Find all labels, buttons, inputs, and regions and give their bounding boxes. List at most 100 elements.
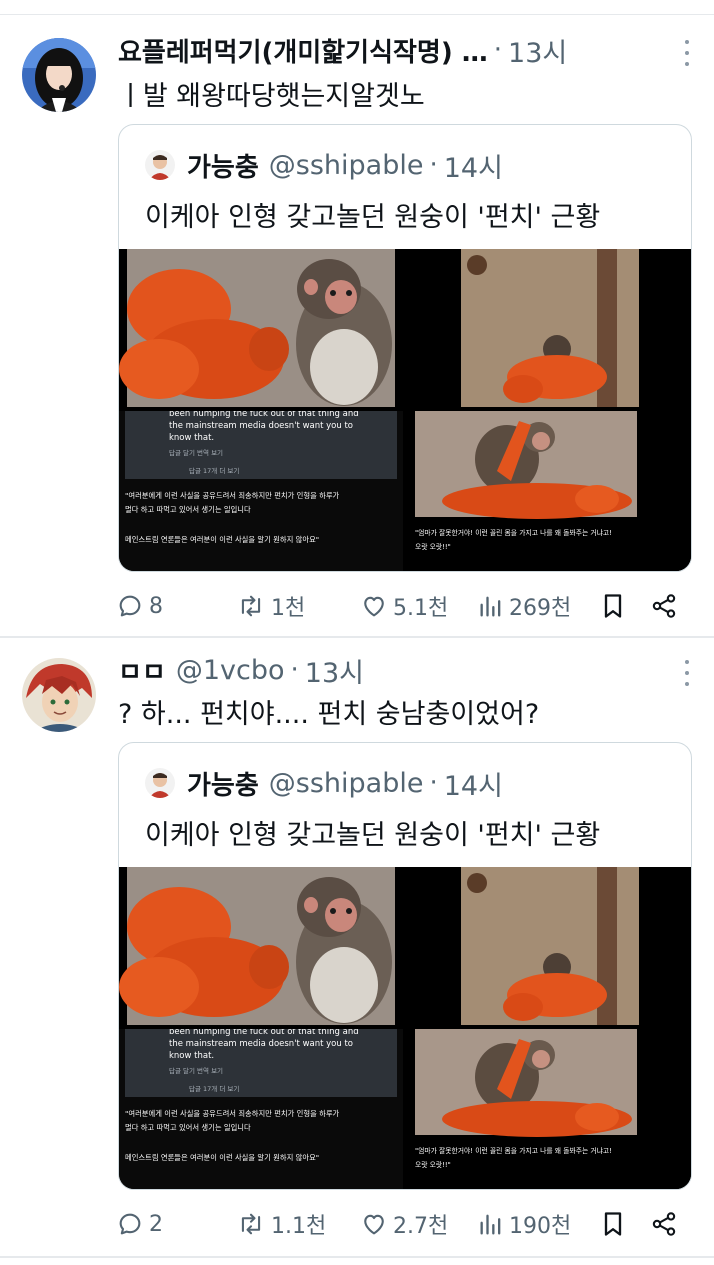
quote-author-name: 가능충 [187, 770, 259, 801]
post-1[interactable]: 요플레퍼먹기(개미핥기식작명) … · 13시 ㅣ발 왜왕따당햇는지알겟노 가능… [0, 0, 714, 636]
like-icon [364, 1214, 384, 1235]
action-bar: 2 1.1천 2.7천 190천 [116, 1206, 686, 1242]
action-bar: 8 1천 5.1천 269천 [116, 588, 686, 624]
reply-icon [119, 595, 141, 617]
like-button[interactable]: 5.1천 [360, 588, 448, 624]
caption-english-2: the mainstream media doesn't want you to [169, 1039, 354, 1049]
separator-dot: · [290, 655, 299, 685]
monkey-hug-photo[interactable]: "엄마가 잘못한거야! 이런 꼴린 몸을 가지고 나를 왜 돌봐주는 거냐고! … [407, 411, 691, 571]
separator-dot: · [493, 35, 503, 65]
caption-english-1: been humping the fuck out of that thing … [169, 411, 359, 419]
post-2[interactable]: ㅁㅁ @1vcbo · 13시 ? 하... 펀치야.... 펀치 숭남충이었어… [0, 638, 714, 1258]
more-icon[interactable] [682, 40, 692, 66]
repost-count: 1천 [271, 596, 306, 621]
caption-right-1: "엄마가 잘못한거야! 이런 꼴린 몸을 가지고 나를 왜 돌봐주는 거냐고! [415, 1147, 612, 1155]
monkey-ground-photo[interactable] [407, 867, 691, 1025]
author-name[interactable]: ㅁㅁ [118, 652, 166, 689]
caption-english-3: know that. [169, 433, 215, 443]
monkey-ground-image [407, 867, 691, 1025]
repost-icon [241, 1213, 261, 1235]
views-icon [480, 1214, 501, 1235]
avatar-image [22, 38, 96, 112]
quote-avatar [145, 150, 175, 180]
quoted-post[interactable]: 가능충 @sshipable · 14시 이케아 인형 갖고놀던 원숭이 '펀치… [118, 742, 692, 1190]
views-icon [480, 596, 501, 617]
quoted-post[interactable]: 가능충 @sshipable · 14시 이케아 인형 갖고놀던 원숭이 '펀치… [118, 124, 692, 572]
caption-right-2: 오랏 오랏!!" [415, 1161, 451, 1169]
quote-header: 가능충 @sshipable · 14시 [145, 765, 503, 802]
monkey-ground-photo[interactable] [407, 249, 691, 407]
caption-korean-2: 멀다 하고 따먹고 있어서 생기는 일입니다 [125, 1123, 251, 1132]
share-button[interactable] [650, 588, 678, 624]
quote-handle: @sshipable [268, 767, 424, 799]
monkey-toy-image [119, 249, 403, 407]
post-text: ? 하... 펀치야.... 펀치 숭남충이었어? [118, 699, 540, 730]
reply-button[interactable]: 2 [116, 1206, 163, 1242]
caption-english-1: been humping the fuck out of that thing … [169, 1029, 359, 1037]
share-button[interactable] [650, 1206, 678, 1242]
reply-count: 2 [149, 1211, 163, 1237]
quote-handle: @sshipable [268, 149, 424, 181]
post-time[interactable]: 13시 [508, 31, 567, 70]
views-button[interactable]: 190천 [478, 1206, 571, 1242]
views-button[interactable]: 269천 [478, 588, 571, 624]
bookmark-icon [604, 1212, 622, 1236]
post-text: ㅣ발 왜왕따당햇는지알겟노 [118, 81, 425, 112]
caption-more-replies: 답글 17개 더 보기 [189, 467, 240, 475]
more-icon[interactable] [682, 660, 692, 686]
post-header: 요플레퍼먹기(개미핥기식작명) … · 13시 [118, 30, 696, 70]
caption-english-3: know that. [169, 1051, 215, 1061]
caption-korean-2: 멀다 하고 따먹고 있어서 생기는 일입니다 [125, 505, 251, 514]
repost-icon [241, 595, 261, 617]
caption-korean-3: 메인스트림 연론들은 여러분이 이런 사실을 알기 원하지 않아요" [125, 535, 320, 544]
separator-dot: · [429, 768, 438, 798]
comment-screenshot[interactable]: been humping the fuck out of that thing … [119, 1029, 403, 1189]
caption-english-2: the mainstream media doesn't want you to [169, 421, 354, 431]
comment-screenshot[interactable]: been humping the fuck out of that thing … [119, 411, 403, 571]
caption-korean-3: 메인스트림 연론들은 여러분이 이런 사실을 알기 원하지 않아요" [125, 1153, 320, 1162]
post-divider [0, 1256, 714, 1258]
avatar[interactable] [22, 38, 96, 112]
bookmark-button[interactable] [600, 588, 626, 624]
caption-right-2: 오랏 오랏!!" [415, 543, 451, 551]
quote-avatar [145, 768, 175, 798]
view-count: 269천 [509, 596, 572, 621]
bookmark-icon [604, 594, 622, 618]
quote-time: 14시 [443, 770, 503, 802]
share-icon [652, 1212, 676, 1236]
author-handle[interactable]: @1vcbo [176, 655, 285, 686]
author-name[interactable]: 요플레퍼먹기(개미핥기식작명) … [118, 32, 488, 69]
reply-count: 8 [149, 593, 163, 619]
quote-author-name: 가능충 [187, 152, 259, 183]
repost-button[interactable]: 1천 [236, 588, 305, 624]
caption-right-1: "엄마가 잘못한거야! 이런 꼴린 몸을 가지고 나를 왜 돌봐주는 거냐고! [415, 529, 612, 537]
avatar[interactable] [22, 658, 96, 732]
caption-more-replies: 답글 17개 더 보기 [189, 1085, 240, 1093]
monkey-hug-photo[interactable]: "엄마가 잘못한거야! 이런 꼴린 몸을 가지고 나를 왜 돌봐주는 거냐고! … [407, 1029, 691, 1189]
media-grid[interactable]: been humping the fuck out of that thing … [119, 867, 691, 1189]
like-count: 2.7천 [393, 1214, 449, 1239]
caption-korean-1: "여러분에게 이런 사실을 공유드려서 죄송하지만 펀치가 인형을 하루가 [125, 1109, 340, 1118]
repost-count: 1.1천 [271, 1214, 327, 1239]
like-count: 5.1천 [393, 596, 449, 621]
quote-text: 이케아 인형 갖고놀던 원숭이 '펀치' 근황 [145, 820, 601, 851]
monkey-toy-image [119, 867, 403, 1025]
caption-korean-1: "여러분에게 이런 사실을 공유드려서 죄송하지만 펀치가 인형을 하루가 [125, 491, 340, 500]
post-header: ㅁㅁ @1vcbo · 13시 [118, 650, 696, 690]
monkey-ground-image [407, 249, 691, 407]
caption-reply-links: 답글 달기 번역 보기 [169, 1067, 224, 1075]
monkey-toy-photo[interactable] [119, 249, 403, 407]
repost-button[interactable]: 1.1천 [236, 1206, 326, 1242]
separator-dot: · [429, 150, 438, 180]
reply-button[interactable]: 8 [116, 588, 163, 624]
monkey-toy-photo[interactable] [119, 867, 403, 1025]
like-icon [364, 596, 384, 617]
quote-header: 가능충 @sshipable · 14시 [145, 147, 503, 184]
bookmark-button[interactable] [600, 1206, 626, 1242]
share-icon [652, 594, 676, 618]
media-grid[interactable]: been humping the fuck out of that thing … [119, 249, 691, 571]
like-button[interactable]: 2.7천 [360, 1206, 448, 1242]
quote-text: 이케아 인형 갖고놀던 원숭이 '펀치' 근황 [145, 202, 601, 233]
reply-icon [119, 1213, 141, 1235]
post-time[interactable]: 13시 [305, 651, 364, 690]
